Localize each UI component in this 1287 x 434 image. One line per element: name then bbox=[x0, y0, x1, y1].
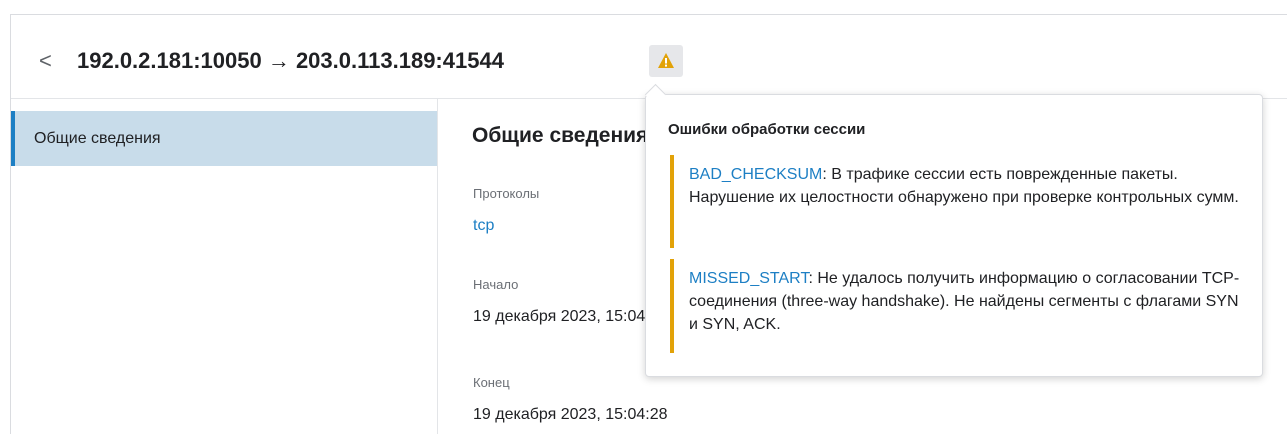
error-code-link[interactable]: BAD_CHECKSUM bbox=[689, 166, 822, 183]
section-title: Общие сведения bbox=[472, 124, 649, 147]
start-value: 19 декабря 2023, 15:04:28 bbox=[473, 308, 668, 325]
end-value: 19 декабря 2023, 15:04:28 bbox=[473, 406, 668, 423]
error-item: MISSED_START: Не удалось получить информ… bbox=[670, 259, 1240, 353]
end-label: Конец bbox=[473, 375, 510, 390]
back-chevron-icon[interactable]: < bbox=[39, 46, 59, 76]
start-label: Начало bbox=[473, 277, 519, 292]
session-errors-popover: Ошибки обработки сессии BAD_CHECKSUM: В … bbox=[644, 83, 1263, 377]
popover-title: Ошибки обработки сессии bbox=[668, 121, 866, 138]
page-header: < 192.0.2.181:10050 → 203.0.113.189:4154… bbox=[11, 15, 1287, 99]
protocol-link[interactable]: tcp bbox=[473, 217, 494, 235]
sidebar-item-general[interactable]: Общие сведения bbox=[11, 111, 437, 166]
page-title: 192.0.2.181:10050 → 203.0.113.189:41544 bbox=[77, 48, 504, 73]
warning-triangle-icon bbox=[658, 53, 674, 68]
error-item: BAD_CHECKSUM: В трафике сессии есть повр… bbox=[670, 155, 1240, 248]
protocols-label: Протоколы bbox=[473, 186, 540, 201]
session-errors-button[interactable] bbox=[649, 45, 683, 77]
error-code-link[interactable]: MISSED_START bbox=[689, 270, 808, 287]
sidebar: Общие сведения bbox=[11, 99, 437, 434]
